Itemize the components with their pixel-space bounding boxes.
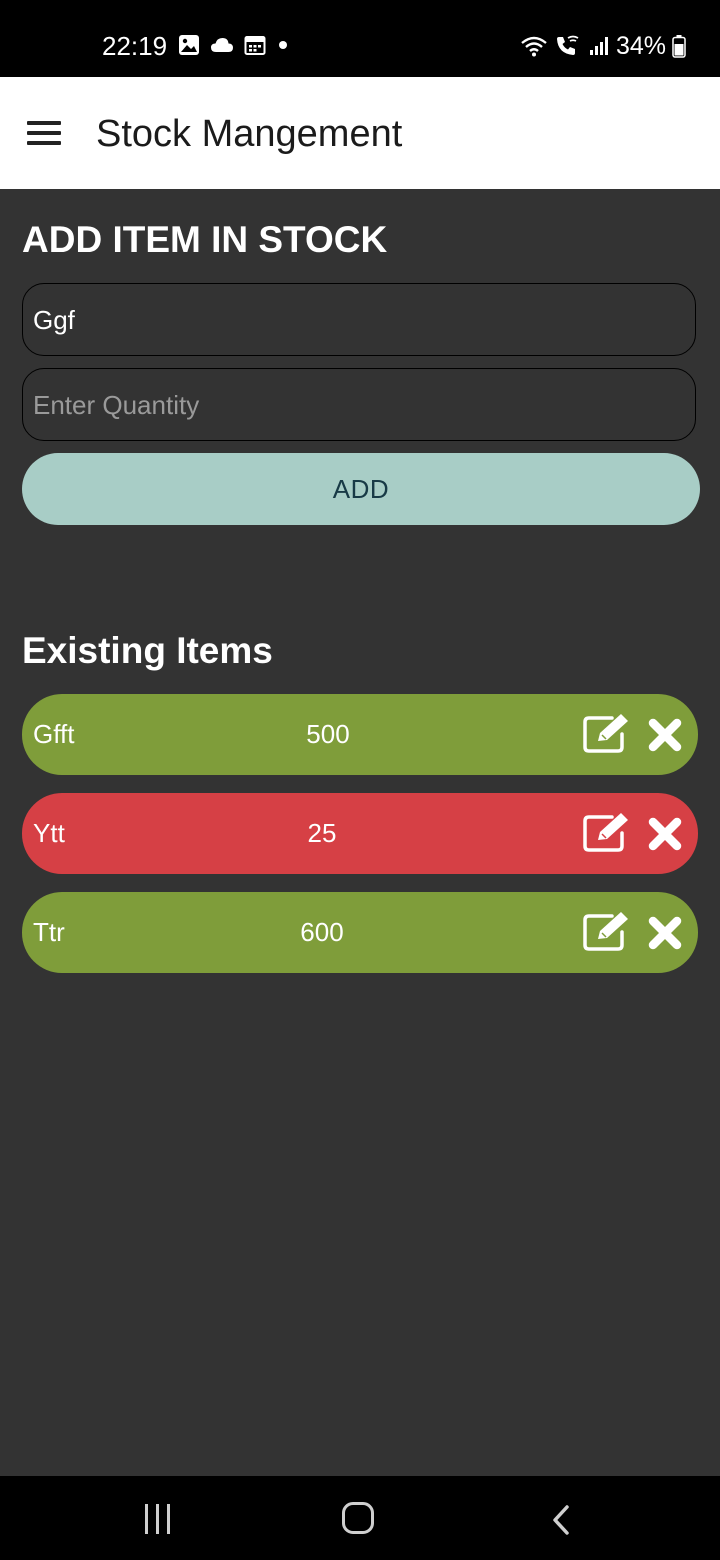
notification-icons: [178, 34, 290, 56]
item-name: Gfft: [33, 719, 75, 749]
existing-items-title: Existing Items: [22, 630, 273, 671]
item-quantity: 25: [307, 818, 337, 848]
cloud-icon: [211, 38, 233, 52]
delete-icon[interactable]: [648, 916, 682, 950]
wifi-icon: [521, 36, 547, 57]
calendar-icon: [244, 36, 266, 55]
status-time: 22:19: [102, 31, 168, 61]
home-icon[interactable]: [342, 1502, 374, 1534]
battery-icon: [672, 35, 686, 58]
edit-icon[interactable]: [582, 712, 634, 754]
item-quantity: 600: [300, 917, 344, 947]
image-icon: [179, 35, 199, 55]
quantity-field[interactable]: [22, 368, 696, 441]
signal-icon: [589, 37, 608, 55]
item-quantity: 500: [306, 719, 350, 749]
list-item: Ttr 600: [22, 892, 698, 973]
back-icon[interactable]: [550, 1504, 572, 1536]
page-title: Stock Mangement: [96, 113, 403, 155]
delete-icon[interactable]: [648, 817, 682, 851]
item-name-field[interactable]: [22, 283, 696, 356]
add-section-title: ADD ITEM IN STOCK: [22, 219, 388, 260]
edit-icon[interactable]: [582, 910, 634, 952]
system-nav-bar: [0, 1476, 720, 1560]
list-item: Gfft 500: [22, 694, 698, 775]
wifi-call-icon: [556, 35, 579, 55]
add-button[interactable]: ADD: [22, 453, 700, 525]
status-right: 34%: [520, 30, 686, 62]
list-item: Ytt 25: [22, 793, 698, 874]
recents-icon[interactable]: [143, 1504, 173, 1534]
battery-percent: 34%: [615, 32, 666, 60]
edit-icon[interactable]: [582, 811, 634, 853]
item-name-input[interactable]: [31, 284, 685, 356]
app-bar: Stock Mangement: [0, 77, 720, 189]
quantity-input[interactable]: [31, 369, 685, 441]
status-bar: 22:19 34%: [0, 0, 720, 77]
dot-icon: [279, 41, 287, 49]
hamburger-menu-icon[interactable]: [27, 121, 61, 145]
item-name: Ttr: [33, 917, 65, 947]
item-name: Ytt: [33, 818, 65, 848]
delete-icon[interactable]: [648, 718, 682, 752]
